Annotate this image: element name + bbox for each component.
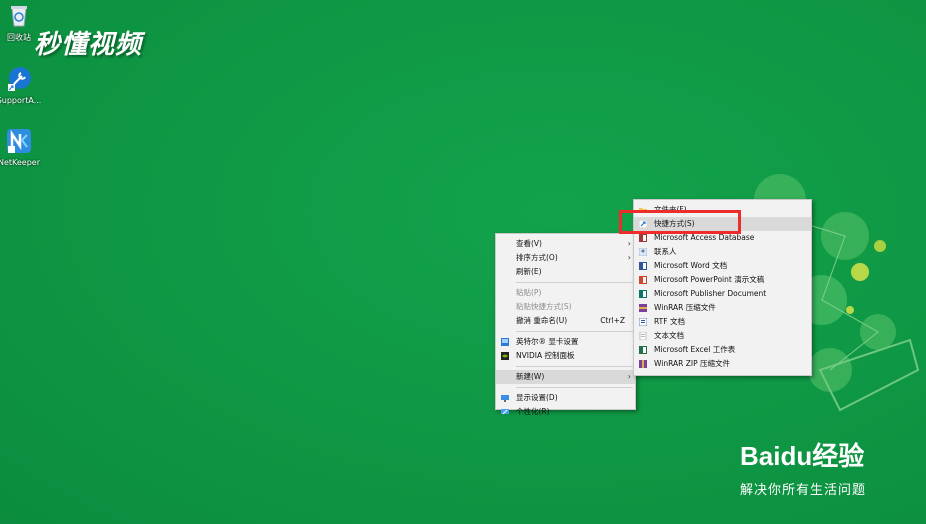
menu-separator — [516, 366, 633, 367]
submenu-item-winrar-zip[interactable]: WinRAR ZIP 压缩文件 — [634, 357, 811, 371]
baidu-slogan: 解决你所有生活问题 — [740, 483, 867, 498]
intel-graphics-icon — [501, 338, 509, 346]
nvidia-icon — [501, 352, 509, 360]
menu-item-sort[interactable]: 排序方式(O) › — [496, 251, 635, 265]
menu-accelerator: Ctrl+Z — [600, 316, 625, 325]
menu-item-label: 粘贴(P) — [516, 288, 542, 297]
menu-item-display-settings[interactable]: 显示设置(D) — [496, 391, 635, 405]
word-icon — [639, 262, 647, 270]
menu-item-label: 刷新(E) — [516, 267, 542, 276]
desktop-icon-label: SupportA... — [0, 96, 42, 105]
menu-item-nvidia[interactable]: NVIDIA 控制面板 — [496, 349, 635, 363]
text-doc-icon — [639, 332, 647, 340]
menu-separator — [516, 387, 633, 388]
chevron-right-icon: › — [627, 372, 631, 381]
winrar-icon — [639, 304, 647, 312]
menu-item-paste[interactable]: 粘贴(P) — [496, 286, 635, 300]
wrench-icon — [8, 67, 31, 91]
menu-item-paste-shortcut[interactable]: 粘贴快捷方式(S) — [496, 300, 635, 314]
submenu-item-rtf[interactable]: RTF 文档 — [634, 315, 811, 329]
menu-item-view[interactable]: 查看(V) › — [496, 237, 635, 251]
menu-item-label: Microsoft Access Database — [654, 233, 755, 242]
menu-item-label: 粘贴快捷方式(S) — [516, 302, 572, 311]
menu-item-label: 联系人 — [654, 247, 677, 256]
recycle-bin-icon — [11, 6, 27, 27]
powerpoint-icon — [639, 276, 647, 284]
rtf-icon — [639, 318, 647, 326]
menu-item-label: 撤消 重命名(U) — [516, 316, 568, 325]
menu-item-undo-rename[interactable]: 撤消 重命名(U) Ctrl+Z — [496, 314, 635, 328]
desktop-icon-support[interactable]: SupportA... — [0, 66, 42, 105]
publisher-icon — [639, 290, 647, 298]
contact-icon — [639, 248, 647, 256]
desktop[interactable]: 回收站 SupportA... NetKeeper 秒懂视频 Baidu经验 解… — [0, 0, 926, 524]
baidu-logo: Baidu经验 — [740, 441, 865, 471]
submenu-item-text-document[interactable]: 文本文档 — [634, 329, 811, 343]
winrar-zip-icon — [639, 360, 647, 368]
menu-item-label: Microsoft Excel 工作表 — [654, 345, 736, 354]
menu-item-label: Microsoft PowerPoint 演示文稿 — [654, 275, 765, 284]
menu-item-new[interactable]: 新建(W) › — [496, 370, 635, 384]
menu-item-personalize[interactable]: 个性化(R) — [496, 405, 635, 419]
menu-item-label: Microsoft Publisher Document — [654, 289, 767, 298]
chevron-right-icon: › — [627, 239, 631, 248]
menu-item-intel-graphics[interactable]: 英特尔® 显卡设置 — [496, 335, 635, 349]
access-icon — [639, 234, 647, 242]
highlight-annotation-box — [619, 210, 741, 234]
submenu-item-contact[interactable]: 联系人 — [634, 245, 811, 259]
excel-icon — [639, 346, 647, 354]
desktop-context-menu: 查看(V) › 排序方式(O) › 刷新(E) 粘贴(P) 粘贴快捷方式(S) … — [495, 233, 636, 416]
menu-item-label: 个性化(R) — [516, 407, 550, 416]
chevron-right-icon: › — [627, 253, 631, 262]
menu-item-label: NVIDIA 控制面板 — [516, 351, 575, 360]
menu-item-label: 文本文档 — [654, 331, 684, 340]
personalize-icon — [501, 409, 509, 415]
netkeeper-icon — [7, 129, 31, 153]
menu-item-label: 英特尔® 显卡设置 — [516, 337, 579, 346]
menu-item-label: 查看(V) — [516, 239, 542, 248]
menu-item-label: RTF 文档 — [654, 317, 685, 326]
menu-item-label: 新建(W) — [516, 372, 545, 381]
desktop-icon-label: NetKeeper — [0, 158, 41, 167]
menu-item-label: 排序方式(O) — [516, 253, 558, 262]
video-watermark: 秒懂视频 — [34, 30, 143, 60]
desktop-icon-netkeeper[interactable]: NetKeeper — [0, 128, 42, 167]
submenu-item-word[interactable]: Microsoft Word 文档 — [634, 259, 811, 273]
submenu-item-powerpoint[interactable]: Microsoft PowerPoint 演示文稿 — [634, 273, 811, 287]
submenu-item-winrar[interactable]: WinRAR 压缩文件 — [634, 301, 811, 315]
display-icon — [501, 395, 509, 402]
menu-item-label: WinRAR 压缩文件 — [654, 303, 716, 312]
menu-item-label: Microsoft Word 文档 — [654, 261, 728, 270]
submenu-item-excel[interactable]: Microsoft Excel 工作表 — [634, 343, 811, 357]
baidu-watermark: Baidu经验 解决你所有生活问题 — [740, 436, 866, 498]
menu-separator — [516, 331, 633, 332]
menu-separator — [516, 282, 633, 283]
submenu-item-publisher[interactable]: Microsoft Publisher Document — [634, 287, 811, 301]
menu-item-refresh[interactable]: 刷新(E) — [496, 265, 635, 279]
menu-item-label: 显示设置(D) — [516, 393, 558, 402]
menu-item-label: WinRAR ZIP 压缩文件 — [654, 359, 730, 368]
